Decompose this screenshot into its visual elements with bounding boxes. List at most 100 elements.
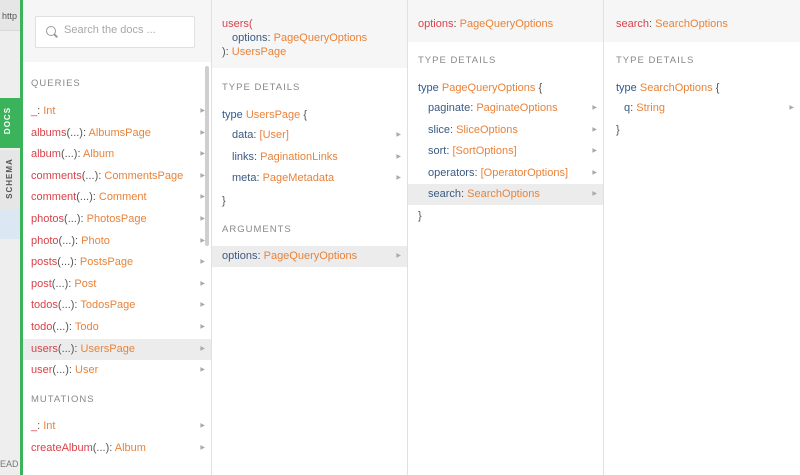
options-column: options: PageQueryOptions TYPE DETAILS t…: [408, 0, 604, 475]
field-args: (...): [52, 321, 69, 333]
field-name[interactable]: sort: [428, 145, 446, 157]
querie-item-comments[interactable]: comments(...): CommentsPage ▶: [23, 166, 211, 187]
chevron-right-icon: ▶: [396, 253, 401, 259]
type-field-data[interactable]: data: [User] ▶: [212, 125, 407, 146]
field-type-link[interactable]: SearchOptions: [467, 188, 540, 200]
field-name[interactable]: meta: [232, 172, 256, 184]
field-type-link[interactable]: Int: [43, 105, 55, 117]
field-name[interactable]: links: [232, 151, 254, 163]
field-name[interactable]: operators: [428, 167, 474, 179]
chevron-right-icon: ▶: [200, 367, 205, 374]
querie-item-underscore[interactable]: _: Int ▶: [23, 101, 211, 122]
field-type-link[interactable]: Album: [83, 148, 114, 160]
field-type-link[interactable]: Comment: [99, 191, 147, 203]
field-name[interactable]: todo: [31, 321, 52, 333]
field-name[interactable]: createAlbum: [31, 442, 93, 454]
type-field-options[interactable]: options: PageQueryOptions ▶: [212, 246, 407, 267]
header-type-link[interactable]: SearchOptions: [655, 18, 728, 30]
field-args: (...): [60, 148, 78, 161]
header-type-link[interactable]: PageQueryOptions: [460, 18, 554, 30]
search-options-column: search: SearchOptions TYPE DETAILS type …: [604, 0, 800, 475]
field-type-link[interactable]: User: [75, 364, 98, 376]
querie-item-users[interactable]: users(...): UsersPage ▶: [23, 338, 211, 360]
field-type-link[interactable]: [User]: [260, 129, 289, 141]
field-type-link[interactable]: UsersPage: [81, 343, 135, 355]
querie-item-post[interactable]: post(...): Post ▶: [23, 274, 211, 295]
field-type-link[interactable]: PhotosPage: [87, 213, 147, 225]
field-type-link[interactable]: Album: [115, 442, 146, 454]
search-box[interactable]: [35, 16, 195, 48]
chevron-right-icon: ▶: [200, 280, 205, 287]
field-name[interactable]: data: [232, 129, 253, 141]
querie-item-posts[interactable]: posts(...): PostsPage ▶: [23, 252, 211, 273]
schema-tab[interactable]: SCHEMA: [0, 150, 20, 210]
field-type-link[interactable]: Post: [74, 278, 96, 290]
type-field-slice[interactable]: slice: SliceOptions ▶: [408, 120, 603, 141]
querie-item-photos[interactable]: photos(...): PhotosPage ▶: [23, 209, 211, 230]
arg-type-link[interactable]: PageQueryOptions: [274, 32, 368, 44]
field-name[interactable]: albums: [31, 127, 66, 139]
docs-tab[interactable]: DOCS: [0, 98, 20, 148]
field-name[interactable]: album: [31, 148, 61, 160]
field-name[interactable]: todos: [31, 299, 58, 311]
mutation-item-underscore[interactable]: _: Int ▶: [23, 416, 211, 437]
mutation-item-createAlbum[interactable]: createAlbum(...): Album ▶: [23, 438, 211, 459]
field-type-link[interactable]: PageQueryOptions: [264, 250, 358, 262]
type-field-operators[interactable]: operators: [OperatorOptions] ▶: [408, 163, 603, 184]
type-field-paginate[interactable]: paginate: PaginateOptions ▶: [408, 98, 603, 119]
querie-item-albums[interactable]: albums(...): AlbumsPage ▶: [23, 123, 211, 144]
field-type-link[interactable]: CommentsPage: [104, 170, 183, 182]
field-args: (...): [51, 277, 69, 290]
querie-item-user[interactable]: user(...): User ▶: [23, 360, 211, 381]
field-args: (...): [57, 342, 75, 355]
field-name[interactable]: photos: [31, 213, 64, 225]
field-name[interactable]: paginate: [428, 102, 470, 114]
field-name[interactable]: search: [428, 188, 461, 200]
field-type-link[interactable]: TodosPage: [80, 299, 135, 311]
field-name[interactable]: user: [31, 364, 52, 376]
field-type-link[interactable]: Todo: [75, 321, 99, 333]
field-name[interactable]: comments: [31, 170, 82, 182]
field-args: (...): [92, 441, 110, 454]
querie-item-todo[interactable]: todo(...): Todo ▶: [23, 317, 211, 338]
querie-item-photo[interactable]: photo(...): Photo ▶: [23, 231, 211, 252]
return-type-link[interactable]: UsersPage: [232, 46, 286, 58]
field-name[interactable]: options: [222, 250, 257, 262]
field-type-link[interactable]: Photo: [81, 235, 110, 247]
field-type-link[interactable]: PaginationLinks: [260, 151, 338, 163]
field-name[interactable]: posts: [31, 256, 57, 268]
field-args: (...): [76, 191, 93, 204]
queries-title: QUERIES: [31, 78, 81, 89]
field-name[interactable]: slice: [428, 124, 450, 136]
chevron-right-icon: ▶: [592, 105, 597, 111]
field-args: (...): [58, 234, 76, 247]
field-type-link[interactable]: SliceOptions: [456, 124, 518, 136]
field-type-link[interactable]: PaginateOptions: [476, 102, 557, 114]
chevron-right-icon: ▶: [592, 191, 597, 198]
field-name[interactable]: photo: [31, 235, 59, 247]
arg-name[interactable]: options: [232, 32, 267, 44]
scrollbar[interactable]: [205, 66, 209, 246]
field-type-link[interactable]: [SortOptions]: [452, 145, 516, 157]
field-type-link[interactable]: AlbumsPage: [88, 127, 150, 139]
type-field-meta[interactable]: meta: PageMetadata ▶: [212, 168, 407, 189]
querie-item-todos[interactable]: todos(...): TodosPage ▶: [23, 295, 211, 316]
type-field-q[interactable]: q: String ▶: [604, 98, 800, 119]
field-name[interactable]: post: [31, 278, 52, 290]
field-type-link[interactable]: PageMetadata: [263, 172, 335, 184]
type-details-title: TYPE DETAILS: [418, 55, 497, 66]
querie-item-comment[interactable]: comment(...): Comment ▶: [23, 187, 211, 208]
field-type-link[interactable]: [OperatorOptions]: [481, 167, 568, 179]
field-type-link[interactable]: String: [636, 102, 665, 114]
querie-item-album[interactable]: album(...): Album ▶: [23, 144, 211, 165]
type-field-search[interactable]: search: SearchOptions ▶: [408, 184, 603, 206]
chevron-right-icon: ▶: [396, 132, 401, 138]
field-name[interactable]: comment: [31, 191, 76, 203]
type-field-sort[interactable]: sort: [SortOptions] ▶: [408, 141, 603, 162]
type-field-links[interactable]: links: PaginationLinks ▶: [212, 147, 407, 168]
chevron-right-icon: ▶: [592, 169, 597, 176]
field-type-link[interactable]: PostsPage: [80, 256, 133, 268]
field-type-link[interactable]: Int: [43, 420, 55, 432]
search-input[interactable]: [64, 24, 189, 36]
field-name[interactable]: users: [31, 343, 58, 355]
